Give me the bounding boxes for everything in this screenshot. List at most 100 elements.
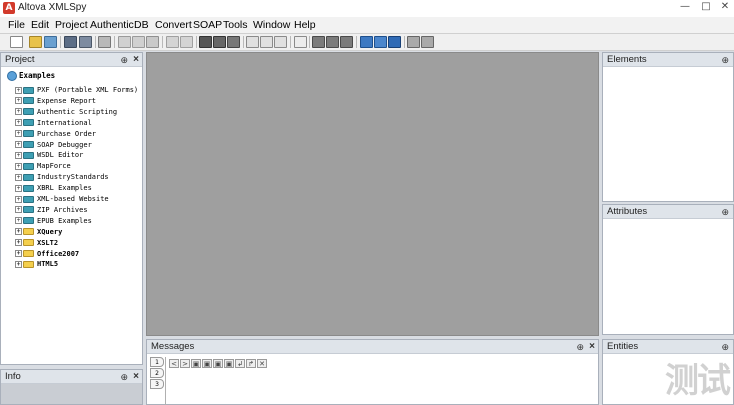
expand-icon[interactable]: +	[15, 228, 22, 236]
project-tree-item[interactable]: + MapForce	[15, 161, 71, 171]
project-tree-item[interactable]: + XBRL Examples	[15, 183, 92, 193]
menu-window[interactable]: Window	[253, 19, 290, 31]
project-tree-item[interactable]: + Authentic Scripting	[15, 107, 117, 117]
messages-toolbar-button[interactable]: ▣	[202, 359, 212, 368]
editor-workspace[interactable]	[146, 52, 599, 336]
spell-icon[interactable]	[421, 36, 434, 48]
messages-toolbar-button[interactable]: ↲	[235, 359, 245, 368]
save-all-icon[interactable]	[79, 36, 92, 48]
print-icon[interactable]	[98, 36, 111, 48]
cut-icon[interactable]	[118, 36, 131, 48]
expand-icon[interactable]: +	[15, 250, 22, 257]
menu-tools[interactable]: Tools	[223, 19, 248, 31]
expand-icon[interactable]: +	[15, 184, 22, 192]
menu-soap[interactable]: SOAP	[193, 19, 222, 31]
folder-icon	[23, 151, 34, 159]
arrow-right-icon[interactable]	[340, 36, 353, 48]
close-icon[interactable]: ×	[589, 340, 595, 354]
messages-tab-3[interactable]: 3	[150, 379, 164, 389]
messages-toolbar-button[interactable]: ▣	[224, 359, 234, 368]
schema-view-icon[interactable]	[388, 36, 401, 48]
new-file-icon[interactable]	[10, 36, 23, 48]
undo-icon[interactable]	[166, 36, 179, 48]
expand-icon[interactable]: +	[15, 206, 22, 214]
close-icon[interactable]: ×	[133, 53, 139, 67]
expand-icon[interactable]: +	[15, 195, 22, 203]
project-tree-item[interactable]: + SOAP Debugger	[15, 140, 92, 150]
folder-icon	[23, 217, 34, 225]
project-tree-item[interactable]: + WSDL Editor	[15, 150, 83, 160]
menu-edit[interactable]: Edit	[31, 19, 49, 31]
check-icon[interactable]	[294, 36, 307, 48]
find-icon[interactable]	[199, 36, 212, 48]
text-view-icon[interactable]	[360, 36, 373, 48]
messages-toolbar-button[interactable]: ▣	[191, 359, 201, 368]
menu-help[interactable]: Help	[294, 19, 316, 31]
expand-icon[interactable]: +	[15, 260, 22, 268]
messages-toolbar-button[interactable]: ▣	[213, 359, 223, 368]
close-icon[interactable]: ×	[133, 370, 139, 384]
arrow-down-icon[interactable]	[312, 36, 325, 48]
project-tree-item[interactable]: + PXF (Portable XML Forms)	[15, 85, 138, 95]
open-folder-icon[interactable]	[29, 36, 42, 48]
messages-toolbar-button[interactable]: <	[169, 359, 179, 368]
pin-icon[interactable]: ⊕	[721, 340, 729, 354]
menu-db[interactable]: DB	[134, 19, 149, 31]
pin-icon[interactable]: ⊕	[120, 370, 128, 384]
project-tree-item[interactable]: + ZIP Archives	[15, 205, 88, 215]
project-tree-item[interactable]: + Purchase Order	[15, 129, 96, 139]
expand-icon[interactable]: +	[15, 97, 22, 105]
project-tree-item[interactable]: + Office2007	[15, 249, 79, 259]
grid-view-icon[interactable]	[374, 36, 387, 48]
paste-icon[interactable]	[146, 36, 159, 48]
open-url-icon[interactable]	[44, 36, 57, 48]
menu-file[interactable]: File	[8, 19, 25, 31]
project-root[interactable]: Examples	[7, 71, 55, 81]
pin-icon[interactable]: ⊕	[576, 340, 584, 354]
replace-icon[interactable]	[227, 36, 240, 48]
project-tree-item[interactable]: + XQuery	[15, 227, 62, 237]
project-tree-item[interactable]: + XML-based Website	[15, 194, 109, 204]
expand-icon[interactable]: +	[15, 119, 22, 127]
messages-tab-1[interactable]: 1	[150, 357, 164, 367]
well-formed-icon[interactable]	[260, 36, 273, 48]
project-tree-item[interactable]: + International	[15, 118, 92, 128]
project-tree-item[interactable]: + HTML5	[15, 259, 58, 269]
maximize-icon[interactable]: □	[697, 0, 715, 14]
expand-icon[interactable]: +	[15, 108, 22, 116]
xslt-icon[interactable]	[274, 36, 287, 48]
expand-icon[interactable]: +	[15, 162, 22, 170]
menu-project[interactable]: Project	[55, 19, 88, 31]
messages-tab-2[interactable]: 2	[150, 368, 164, 378]
expand-icon[interactable]: +	[15, 86, 22, 94]
close-icon[interactable]: ✕	[716, 0, 734, 14]
pin-icon[interactable]: ⊕	[721, 53, 729, 67]
messages-toolbar-button[interactable]: >	[180, 359, 190, 368]
expand-icon[interactable]: +	[15, 141, 22, 148]
project-tree-item[interactable]: + EPUB Examples	[15, 216, 92, 226]
expand-icon[interactable]: +	[15, 173, 22, 181]
redo-icon[interactable]	[180, 36, 193, 48]
project-tree-item[interactable]: + Expense Report	[15, 96, 96, 106]
expand-icon[interactable]: +	[15, 151, 22, 159]
folder-icon	[23, 250, 34, 257]
project-tree-item[interactable]: + IndustryStandards	[15, 172, 109, 182]
browser-icon[interactable]	[407, 36, 420, 48]
project-tree-item[interactable]: + XSLT2	[15, 238, 58, 248]
expand-icon[interactable]: +	[15, 217, 22, 225]
messages-toolbar-button[interactable]: ↱	[246, 359, 256, 368]
pin-icon[interactable]: ⊕	[721, 205, 729, 219]
messages-toolbar-button[interactable]: ✕	[257, 359, 267, 368]
project-tree-item-label: SOAP Debugger	[37, 140, 92, 149]
menu-convert[interactable]: Convert	[155, 19, 192, 31]
minimize-icon[interactable]: —	[676, 0, 694, 14]
copy-icon[interactable]	[132, 36, 145, 48]
expand-icon[interactable]: +	[15, 239, 22, 247]
pin-icon[interactable]: ⊕	[120, 53, 128, 67]
arrow-up-icon[interactable]	[326, 36, 339, 48]
expand-icon[interactable]: +	[15, 130, 22, 138]
save-icon[interactable]	[64, 36, 77, 48]
find-next-icon[interactable]	[213, 36, 226, 48]
menu-authentic[interactable]: Authentic	[90, 19, 134, 31]
validate-icon[interactable]	[246, 36, 259, 48]
